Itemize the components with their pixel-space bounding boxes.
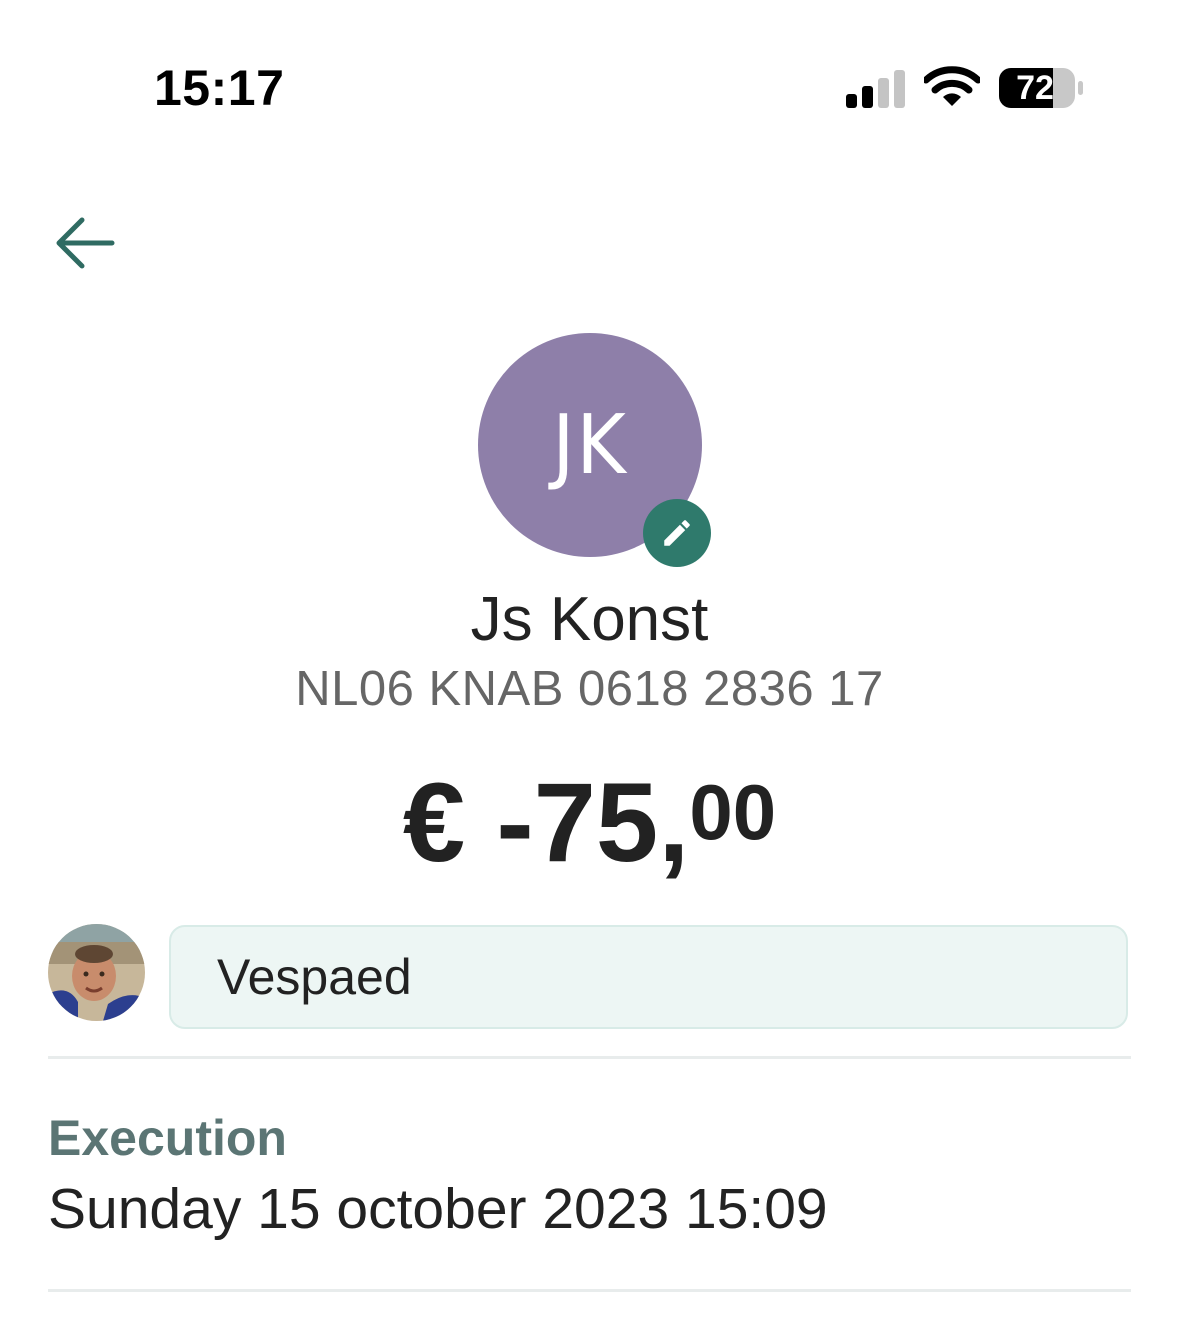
cellular-signal-icon — [846, 68, 906, 108]
avatar-initials: JK — [552, 397, 628, 493]
amount-decimals: 00 — [689, 768, 777, 856]
battery-level: 72 — [1016, 69, 1054, 107]
wifi-icon — [924, 66, 980, 106]
user-avatar — [48, 924, 145, 1021]
counterparty-name: Js Konst — [470, 585, 709, 654]
edit-contact-button[interactable] — [643, 499, 711, 567]
back-arrow-icon[interactable] — [50, 212, 118, 274]
transaction-amount: € -75,00 — [0, 752, 1179, 917]
pencil-icon — [664, 520, 690, 546]
execution-value: Sunday 15 october 2023 15:09 — [48, 1177, 828, 1241]
divider — [48, 1289, 1131, 1292]
execution-label: Execution — [48, 1110, 287, 1166]
status-time: 15:17 — [154, 60, 285, 116]
description-field[interactable]: Vespaed — [169, 925, 1128, 1029]
counterparty-iban: NL06 KNAB 0618 2836 17 — [295, 662, 884, 716]
amount-main: € -75, — [402, 760, 690, 885]
description-text: Vespaed — [217, 949, 412, 1005]
divider — [48, 1056, 1131, 1059]
battery-icon: 72 — [998, 66, 1084, 110]
